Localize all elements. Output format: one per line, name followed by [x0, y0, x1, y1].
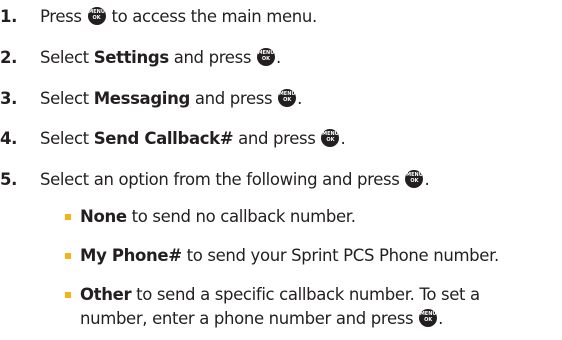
menu-ok-key-icon: MENU OK — [87, 7, 106, 25]
step-number: 5. — [0, 170, 18, 189]
option-description: to send your Sprint PCS Phone number. — [181, 246, 500, 265]
step-text: Select an option from the following and … — [40, 170, 405, 189]
step-number: 1. — [0, 7, 18, 26]
bullet-marker — [65, 253, 71, 259]
menu-ok-key-icon: MENU OK — [321, 129, 340, 147]
menu-ok-key-icon: MENU OK — [278, 89, 297, 107]
step-number: 3. — [0, 89, 18, 108]
step-text-after: to access the main menu. — [106, 7, 317, 26]
menu-ok-key-icon: MENU OK — [256, 48, 275, 66]
step-text: Press — [40, 7, 87, 26]
step-number: 2. — [0, 48, 18, 67]
step-text-mid: and press — [189, 89, 278, 108]
menu-item-send-callback: Send Callback# — [93, 129, 234, 148]
instruction-document: 1. Press MENU OK to access the main menu. … — [0, 0, 562, 340]
step-text: Select — [40, 89, 94, 108]
bullet-marker — [65, 292, 71, 298]
option-label: None — [80, 207, 127, 226]
menu-ok-key-icon: MENU OK — [419, 309, 438, 327]
step-text-mid: and press — [233, 129, 321, 148]
menu-ok-key-icon: MENU OK — [405, 170, 424, 188]
option-description-line2: number, enter a phone number and press — [80, 309, 419, 328]
step-5: 5. Select an option from the following an… — [0, 170, 430, 189]
step-number: 4. — [0, 129, 18, 148]
option-none: None to send no callback number. — [65, 207, 356, 227]
option-my-phone: My Phone# to send your Sprint PCS Phone … — [65, 246, 500, 266]
step-text-mid: and press — [168, 48, 256, 67]
option-other-continued: number, enter a phone number and press M… — [80, 309, 444, 328]
menu-item-messaging: Messaging — [93, 89, 191, 108]
step-3: 3. Select Messaging and press MENU OK. — [0, 89, 303, 108]
option-label: My Phone# — [80, 246, 182, 265]
step-4: 4. Select Send Callback# and press MENU OK… — [0, 129, 346, 148]
option-description: to send no callback number. — [126, 207, 356, 226]
step-1: 1. Press MENU OK to access the main menu. — [0, 7, 317, 27]
menu-item-settings: Settings — [93, 48, 169, 67]
option-label: Other — [80, 285, 132, 304]
bullet-marker — [65, 214, 71, 220]
step-text: Select — [40, 48, 94, 67]
step-2: 2. Select Settings and press MENU OK. — [0, 48, 281, 67]
option-other: Other to send a specific callback number… — [65, 285, 480, 305]
option-description: to send a specific callback number. To s… — [131, 285, 480, 304]
step-text: Select — [40, 129, 94, 148]
